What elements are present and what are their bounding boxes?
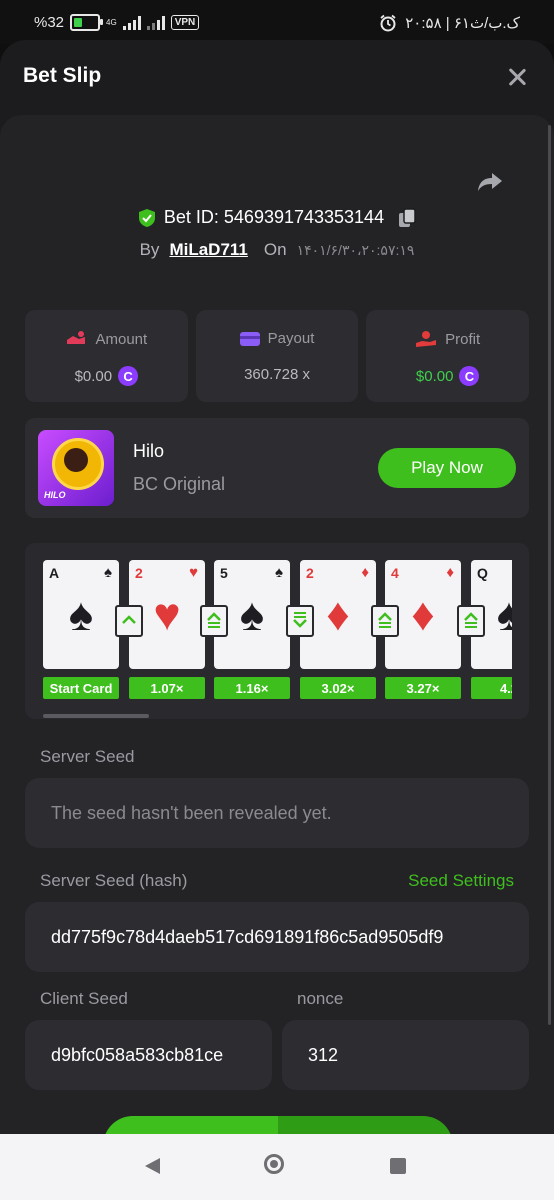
profit-value: $0.00 — [415, 367, 454, 385]
game-provider: BC Original — [133, 474, 226, 494]
card-multiplier-label: 3.27× — [385, 677, 461, 699]
coin-icon: C — [118, 366, 139, 386]
card-rank: 4 — [391, 565, 399, 581]
payout-stat: Payout 360.728 x — [195, 310, 359, 402]
card-multiplier-label: Start Card — [43, 677, 119, 699]
recent-apps-icon[interactable] — [390, 1158, 406, 1174]
higher-equal-arrow-icon — [371, 605, 399, 637]
network-type: 4G — [106, 18, 117, 27]
bet-byline: By MiLaD711 On ۱۴۰۱/۶/۳۰،۲۰:۵۷:۱۹ — [0, 240, 554, 260]
server-seed-label: Server Seed — [40, 747, 135, 766]
card-suit-icon: ♦ — [446, 564, 454, 581]
amount-label: Amount — [95, 330, 148, 348]
bet-id: Bet ID: 5469391743353144 — [163, 207, 385, 227]
playing-card: A ♠ ♠ — [43, 560, 119, 669]
bet-date: ۱۴۰۱/۶/۳۰،۲۰:۵۷:۱۹ — [296, 241, 415, 258]
amount-value: $0.00 — [74, 367, 113, 385]
card-rank: 5 — [220, 565, 228, 581]
card-multiplier-label: 4.2 — [471, 677, 512, 699]
vpn-badge: VPN — [170, 15, 200, 30]
play-now-button[interactable]: Play Now — [378, 448, 516, 488]
card-rank: 2 — [306, 565, 314, 581]
copy-icon[interactable] — [398, 207, 416, 228]
payout-value: 360.728 x — [244, 366, 310, 383]
higher-arrow-icon — [115, 605, 143, 637]
profit-hand-icon — [416, 331, 437, 347]
card-suit-icon: ♦ — [361, 564, 369, 581]
server-seed-hash-label: Server Seed (hash) — [40, 871, 188, 890]
alarm-icon — [380, 14, 396, 32]
amount-icon — [67, 331, 86, 344]
client-seed-field[interactable]: d9bfc058a583cb81ce — [25, 1020, 272, 1090]
card-rank: A — [49, 565, 60, 581]
higher-equal-arrow-icon — [200, 605, 228, 637]
card-history: A ♠ ♠ Start Card 2 ♥ ♥ 1.07× 5 ♠ ♠ 1.16× 2 ♦ ♦ 3.02× 4 ♦ ♦… — [25, 543, 529, 719]
coin-icon: C — [459, 366, 480, 386]
payout-label: Payout — [267, 330, 315, 347]
lower-equal-arrow-icon — [286, 605, 314, 637]
page-title: Bet Slip — [23, 64, 102, 87]
by-label: By — [139, 240, 160, 259]
amount-stat: Amount $0.00 C — [25, 310, 188, 402]
close-icon[interactable] — [506, 66, 528, 88]
bet-stats: Amount $0.00 C Payout 360.728 x Profit $… — [25, 310, 530, 402]
profit-stat: Profit $0.00 C — [366, 310, 530, 402]
thumbnail-tag: HILO — [44, 490, 66, 500]
clock: ۲۰:۵۸ | ۶۱ک.ب/ث — [405, 15, 520, 32]
horizontal-scrollbar[interactable] — [43, 714, 149, 718]
seed-settings-link[interactable]: Seed Settings — [408, 871, 514, 891]
status-bar: %32 4G VPN ۲۰:۵۸ | ۶۱ک.ب/ث — [0, 0, 554, 44]
username-link[interactable]: MiLaD711 — [169, 240, 247, 260]
nonce-field[interactable]: 312 — [282, 1020, 529, 1090]
on-label: On — [263, 240, 287, 259]
card-multiplier-label: 1.16× — [214, 677, 290, 699]
server-seed-hash-field[interactable]: dd775f9c78d4daeb517cd691891f86c5ad9505df… — [25, 902, 529, 972]
server-seed-field[interactable]: The seed hasn't been revealed yet. — [25, 778, 529, 848]
client-seed-label: Client Seed — [40, 989, 128, 1008]
battery-percent: %32 — [34, 14, 65, 31]
profit-label: Profit — [445, 330, 481, 348]
game-name: Hilo — [133, 441, 165, 461]
card-rank: 2 — [135, 565, 143, 581]
nonce-label: nonce — [297, 989, 344, 1008]
signal-icon-2 — [146, 15, 165, 30]
system-nav-bar — [0, 1134, 554, 1200]
card-strip[interactable]: A ♠ ♠ Start Card 2 ♥ ♥ 1.07× 5 ♠ ♠ 1.16× 2 ♦ ♦ 3.02× 4 ♦ ♦… — [43, 560, 512, 702]
card-suit-large-icon: ♠ — [68, 588, 94, 640]
bet-id-row: Bet ID: 5469391743353144 — [0, 207, 554, 228]
back-icon[interactable] — [145, 1158, 160, 1174]
card-suit-icon: ♥ — [189, 564, 198, 581]
card-multiplier-label: 3.02× — [300, 677, 376, 699]
home-icon[interactable] — [264, 1154, 284, 1174]
game-card: HILO Hilo BC Original Play Now — [25, 418, 529, 518]
wallet-icon — [239, 331, 260, 346]
shield-check-icon — [138, 208, 155, 227]
battery-icon — [70, 14, 104, 31]
higher-equal-arrow-icon — [457, 605, 485, 637]
share-icon[interactable] — [476, 170, 504, 194]
hilo-game-thumbnail[interactable]: HILO — [38, 430, 114, 506]
card-rank: Q — [477, 565, 488, 581]
card-suit-icon: ♠ — [275, 564, 283, 581]
card-multiplier-label: 1.07× — [129, 677, 205, 699]
signal-icon — [122, 15, 141, 30]
card-suit-icon: ♠ — [104, 564, 112, 581]
vertical-scrollbar[interactable] — [548, 125, 551, 1025]
